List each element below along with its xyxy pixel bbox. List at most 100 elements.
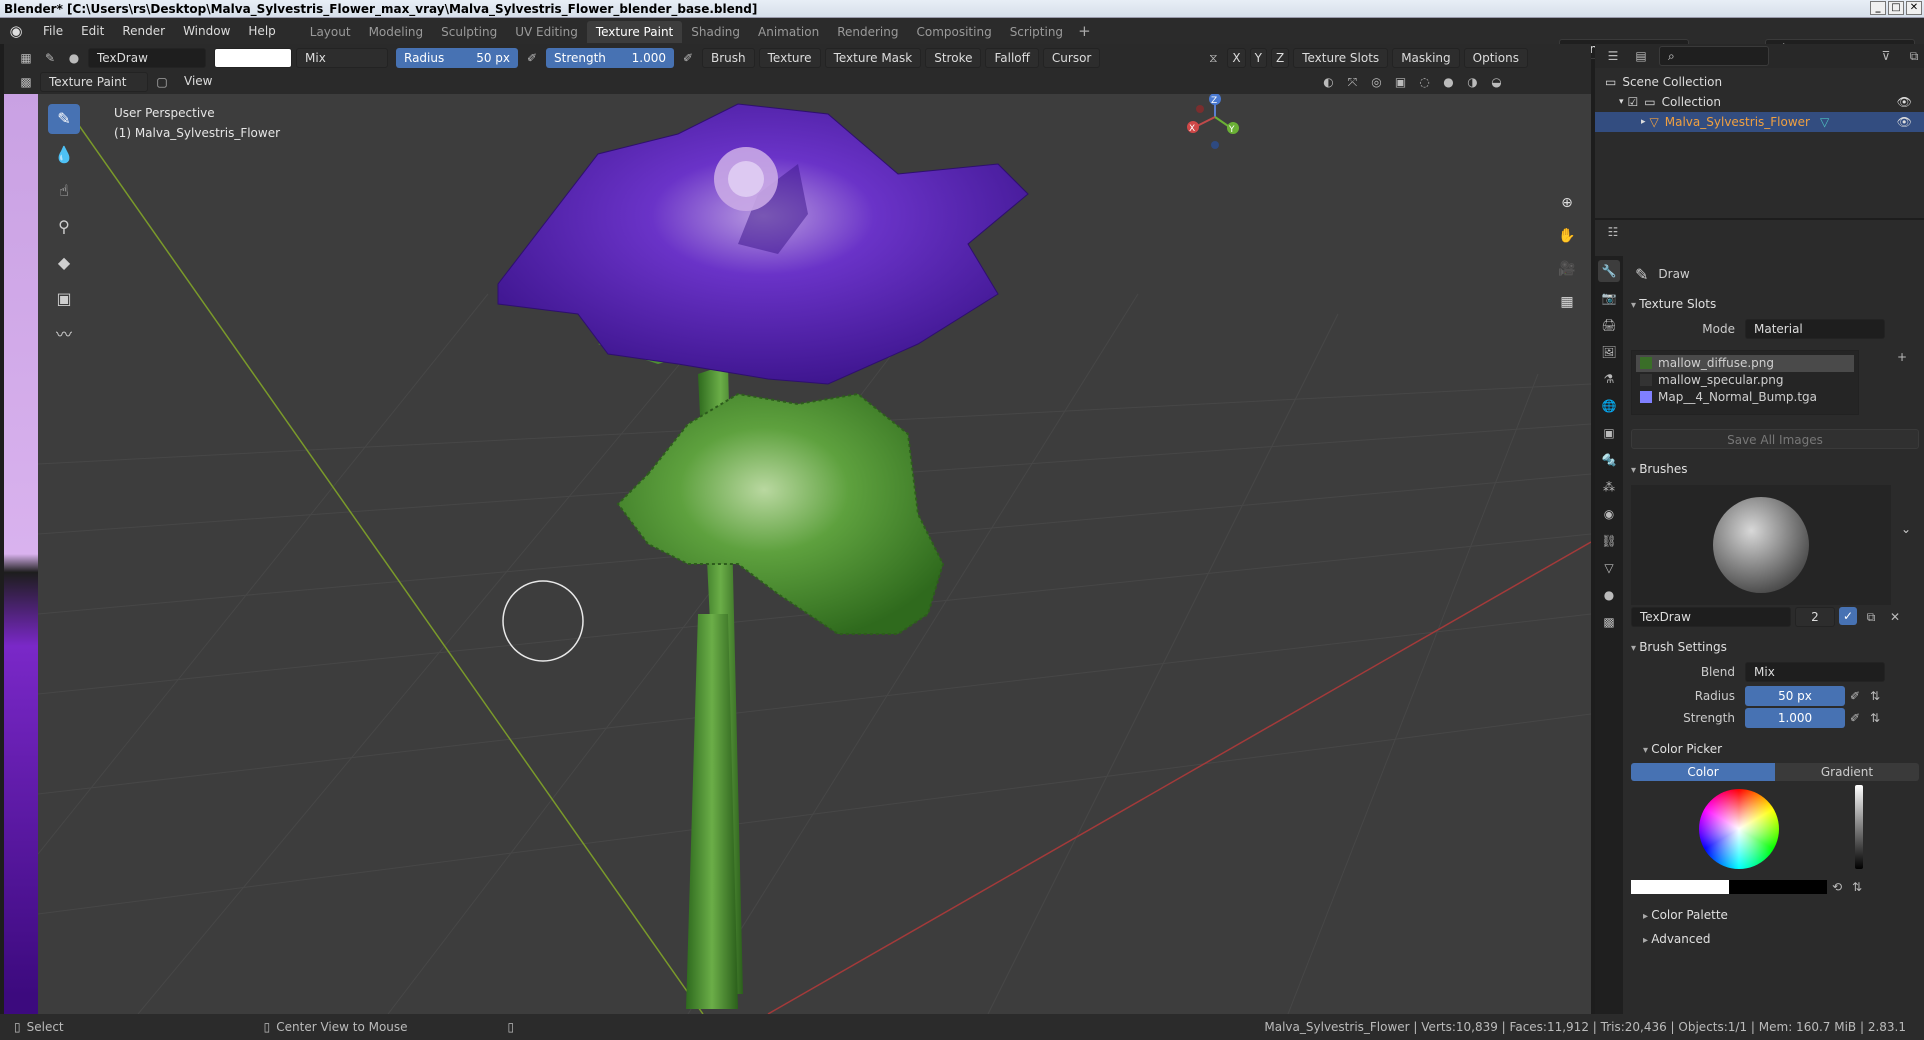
soften-tool-icon[interactable]: 💧 bbox=[48, 140, 80, 170]
properties-editor-icon[interactable]: ☷ bbox=[1603, 222, 1623, 242]
mode-dropdown[interactable]: Texture Paint bbox=[40, 72, 148, 92]
outliner-row-collection[interactable]: ▾ ☑ ▭ Collection 👁 bbox=[1595, 92, 1924, 112]
masking-menu[interactable]: Masking bbox=[1392, 48, 1460, 68]
texture-slot-item[interactable]: Map__4_Normal_Bump.tga bbox=[1636, 389, 1854, 406]
brush-name-field[interactable]: TexDraw bbox=[88, 48, 206, 68]
new-collection-icon[interactable]: ⧉ bbox=[1904, 46, 1924, 66]
expand-arrow-icon[interactable]: ▸ bbox=[1641, 112, 1646, 132]
navigation-gizmo[interactable]: Z X Y bbox=[1187, 94, 1239, 149]
tab-sculpting[interactable]: Sculpting bbox=[432, 21, 506, 43]
brush-color-swatch[interactable] bbox=[214, 48, 292, 68]
symmetry-x[interactable]: X bbox=[1227, 48, 1246, 68]
brushes-panel-header[interactable]: Brushes bbox=[1627, 457, 1924, 481]
mode-select[interactable]: Material bbox=[1745, 319, 1885, 339]
texture-menu[interactable]: Texture bbox=[758, 48, 821, 68]
fill-tool-icon[interactable]: ◆ bbox=[48, 248, 80, 278]
fake-user-icon[interactable]: ✓ bbox=[1839, 607, 1857, 625]
menu-help[interactable]: Help bbox=[239, 18, 284, 44]
clone-tool-icon[interactable]: ⚲ bbox=[48, 212, 80, 242]
minimize-button[interactable]: _ bbox=[1870, 1, 1886, 15]
outliner-row-object[interactable]: ▸ ▽ Malva_Sylvestris_Flower ▽ 👁 bbox=[1595, 112, 1924, 132]
3d-viewport[interactable]: Z X Y bbox=[38, 94, 1591, 1014]
brush-preview-box[interactable] bbox=[1631, 485, 1891, 605]
symmetry-icon[interactable]: ⧖ bbox=[1203, 48, 1223, 68]
zoom-icon[interactable]: ⊕ bbox=[1554, 190, 1580, 216]
data-tab-icon[interactable]: ▽ bbox=[1598, 557, 1620, 579]
annotate-tool-icon[interactable]: 〰 bbox=[48, 320, 80, 350]
tab-texture-paint[interactable]: Texture Paint bbox=[586, 21, 683, 43]
value-slider[interactable] bbox=[1855, 785, 1863, 869]
modifier-tab-icon[interactable]: 🔩 bbox=[1598, 449, 1620, 471]
color-palette-panel-header[interactable]: Color Palette bbox=[1627, 903, 1924, 927]
tab-scripting[interactable]: Scripting bbox=[1001, 21, 1072, 43]
tab-layout[interactable]: Layout bbox=[301, 21, 360, 43]
constraints-tab-icon[interactable]: ⛓ bbox=[1598, 530, 1620, 552]
view-menu[interactable]: View bbox=[176, 72, 220, 92]
duplicate-brush-icon[interactable]: ⧉ bbox=[1861, 607, 1881, 627]
secondary-color-swatch[interactable] bbox=[1729, 880, 1827, 894]
strength-toggle-icon[interactable]: ⇅ bbox=[1865, 708, 1885, 728]
filter-icon[interactable]: ⊽ bbox=[1876, 46, 1896, 66]
color-picker-panel-header[interactable]: Color Picker bbox=[1627, 737, 1924, 761]
tab-compositing[interactable]: Compositing bbox=[907, 21, 1000, 43]
visibility-icon[interactable]: ◐ bbox=[1318, 72, 1338, 92]
tool-brush-icon[interactable]: ✎ bbox=[40, 48, 60, 68]
tab-animation[interactable]: Animation bbox=[749, 21, 828, 43]
blender-logo-icon[interactable]: ◉ bbox=[6, 21, 26, 41]
outliner-editor-icon[interactable]: ☰ bbox=[1603, 46, 1623, 66]
symmetry-z[interactable]: Z bbox=[1270, 48, 1290, 68]
advanced-panel-header[interactable]: Advanced bbox=[1627, 927, 1924, 951]
paint-mask-icon[interactable]: ▢ bbox=[152, 72, 172, 92]
particles-tab-icon[interactable]: ⁂ bbox=[1598, 476, 1620, 498]
brush-users-count[interactable]: 2 bbox=[1795, 607, 1835, 627]
material-shading-icon[interactable]: ◑ bbox=[1462, 72, 1482, 92]
brush-preview-icon[interactable]: ● bbox=[64, 48, 84, 68]
world-tab-icon[interactable]: 🌐 bbox=[1598, 395, 1620, 417]
scene-tab-icon[interactable]: ⚗ bbox=[1598, 368, 1620, 390]
camera-view-icon[interactable]: 🎥 bbox=[1554, 256, 1580, 282]
strength-pressure-icon[interactable]: ✐ bbox=[1845, 708, 1865, 728]
blend-select[interactable]: Mix bbox=[1745, 662, 1885, 682]
blend-dropdown[interactable]: Mix bbox=[296, 48, 388, 68]
maximize-button[interactable]: □ bbox=[1888, 1, 1904, 15]
brush-list-menu-icon[interactable]: ⌄ bbox=[1901, 522, 1911, 536]
add-texture-slot-icon[interactable]: + bbox=[1897, 350, 1907, 364]
color-wheel[interactable] bbox=[1699, 789, 1779, 869]
texture-mask-menu[interactable]: Texture Mask bbox=[824, 48, 922, 68]
brush-settings-panel-header[interactable]: Brush Settings bbox=[1627, 635, 1924, 659]
strength-slider[interactable]: Strength 1.000 bbox=[546, 48, 674, 68]
strength-field[interactable]: 1.000 bbox=[1745, 708, 1845, 728]
tab-shading[interactable]: Shading bbox=[682, 21, 749, 43]
object-tab-icon[interactable]: ▣ bbox=[1598, 422, 1620, 444]
wireframe-shading-icon[interactable]: ◌ bbox=[1414, 72, 1434, 92]
save-all-images-button[interactable]: Save All Images bbox=[1631, 429, 1919, 449]
color-tab[interactable]: Color bbox=[1631, 763, 1775, 781]
radius-pressure-icon[interactable]: ✐ bbox=[522, 48, 542, 68]
close-window-button[interactable]: ✕ bbox=[1906, 1, 1922, 15]
texture-slots-menu[interactable]: Texture Slots bbox=[1293, 48, 1389, 68]
physics-tab-icon[interactable]: ◉ bbox=[1598, 503, 1620, 525]
cursor-menu[interactable]: Cursor bbox=[1042, 48, 1101, 68]
brush-datablock-name[interactable]: TexDraw bbox=[1631, 607, 1791, 627]
texture-tab-icon[interactable]: ▩ bbox=[1598, 611, 1620, 633]
eye-icon[interactable]: 👁 bbox=[1897, 92, 1912, 112]
pan-hand-icon[interactable]: ✋ bbox=[1554, 223, 1580, 249]
falloff-menu[interactable]: Falloff bbox=[985, 48, 1039, 68]
texture-slot-item[interactable]: mallow_specular.png bbox=[1636, 372, 1854, 389]
stroke-menu[interactable]: Stroke bbox=[925, 48, 982, 68]
xray-icon[interactable]: ▣ bbox=[1390, 72, 1410, 92]
swap-colors-icon[interactable]: ⟲ bbox=[1827, 877, 1847, 897]
tab-uv-editing[interactable]: UV Editing bbox=[506, 21, 587, 43]
strength-pressure-icon[interactable]: ✐ bbox=[678, 48, 698, 68]
menu-edit[interactable]: Edit bbox=[72, 18, 113, 44]
gizmo-icon[interactable]: ⤧ bbox=[1342, 72, 1362, 92]
draw-tool-icon[interactable]: ✎ bbox=[48, 104, 80, 134]
unlink-brush-icon[interactable]: ✕ bbox=[1885, 607, 1905, 627]
smear-tool-icon[interactable]: ☝ bbox=[48, 176, 80, 206]
solid-shading-icon[interactable]: ● bbox=[1438, 72, 1458, 92]
mask-tool-icon[interactable]: ▣ bbox=[48, 284, 80, 314]
ortho-grid-icon[interactable]: ▦ bbox=[1554, 289, 1580, 315]
gradient-tab[interactable]: Gradient bbox=[1775, 763, 1919, 781]
options-menu[interactable]: Options bbox=[1463, 48, 1528, 68]
menu-window[interactable]: Window bbox=[174, 18, 239, 44]
